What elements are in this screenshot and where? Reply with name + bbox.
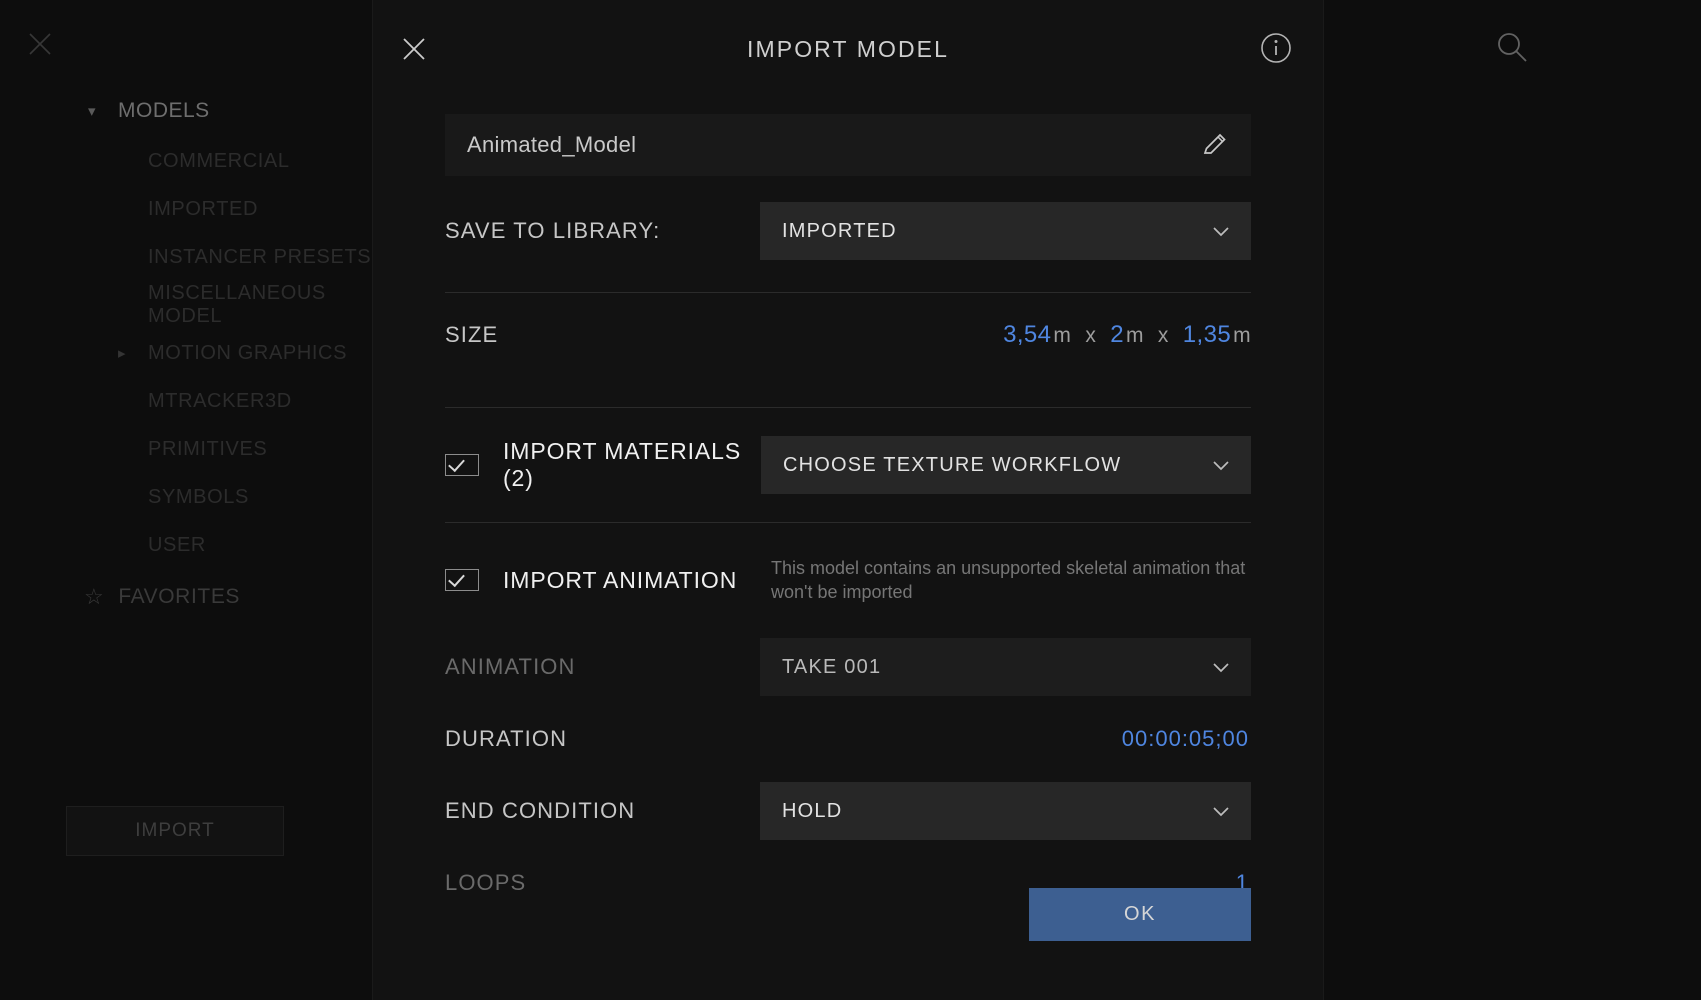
size-separator: x	[1157, 324, 1169, 347]
dialog-body: Animated_Model SAVE TO LIBRARY: IMPORTED	[373, 114, 1323, 919]
size-label: SIZE	[445, 322, 499, 347]
import-materials-label: IMPORT MATERIALS (2)	[503, 438, 742, 491]
sidebar-item-user[interactable]: USER	[0, 521, 375, 569]
sidebar-item-miscellaneous-model[interactable]: MISCELLANEOUS MODEL	[0, 281, 375, 329]
size-separator: x	[1085, 324, 1097, 347]
end-condition-label: END CONDITION	[445, 798, 636, 823]
duration-value[interactable]: 00:00:05;00	[760, 726, 1251, 752]
save-to-library-value: IMPORTED	[782, 219, 897, 242]
sidebar-item-favorites[interactable]: ☆ FAVORITES	[0, 569, 375, 625]
duration-row: DURATION 00:00:05;00	[445, 703, 1251, 775]
sidebar: ▾ MODELS COMMERCIAL IMPORTED INSTANCER P…	[0, 85, 375, 625]
model-name-input[interactable]: Animated_Model	[445, 114, 1251, 176]
chevron-down-icon	[1211, 801, 1231, 821]
sidebar-item-mtracker3d[interactable]: MTRACKER3D	[0, 377, 375, 425]
sidebar-item-commercial[interactable]: COMMERCIAL	[0, 137, 375, 185]
dialog-footer: OK	[373, 868, 1323, 1000]
sidebar-item-imported[interactable]: IMPORTED	[0, 185, 375, 233]
duration-label: DURATION	[445, 726, 568, 751]
texture-workflow-select[interactable]: CHOOSE TEXTURE WORKFLOW	[761, 436, 1251, 494]
sidebar-item-label: MISCELLANEOUS MODEL	[148, 282, 326, 327]
import-animation-checkbox[interactable]	[445, 569, 479, 591]
save-to-library-row: SAVE TO LIBRARY: IMPORTED	[445, 200, 1251, 262]
close-icon[interactable]	[26, 30, 54, 58]
chevron-down-icon: ▾	[88, 103, 97, 120]
sidebar-group-label: MODELS	[118, 99, 210, 122]
size-width-value: 3,54	[1003, 321, 1052, 348]
import-model-dialog: IMPORT MODEL Animated_Model SAVE TO LIBR…	[373, 0, 1323, 1000]
animation-row: ANIMATION TAKE 001	[445, 631, 1251, 703]
size-height-value: 2	[1110, 321, 1124, 348]
pencil-icon[interactable]	[1201, 131, 1229, 159]
sidebar-group-models[interactable]: ▾ MODELS	[0, 85, 375, 137]
import-animation-label: IMPORT ANIMATION	[503, 566, 738, 593]
chevron-right-icon: ▸	[118, 345, 127, 362]
app-root: ▾ MODELS COMMERCIAL IMPORTED INSTANCER P…	[0, 0, 1701, 1000]
star-icon: ☆	[84, 584, 105, 609]
size-values: 3,54m x 2m x 1,35m	[1003, 321, 1251, 349]
end-condition-row: END CONDITION HOLD	[445, 775, 1251, 847]
sidebar-item-label: COMMERCIAL	[148, 149, 290, 172]
chevron-down-icon	[1211, 455, 1231, 475]
sidebar-item-label: USER	[148, 533, 206, 556]
animation-value: TAKE 001	[782, 655, 882, 678]
animation-select[interactable]: TAKE 001	[760, 638, 1251, 696]
ok-button[interactable]: OK	[1029, 888, 1251, 941]
sidebar-item-primitives[interactable]: PRIMITIVES	[0, 425, 375, 473]
sidebar-item-instancer-presets[interactable]: INSTANCER PRESETS	[0, 233, 375, 281]
save-to-library-label: SAVE TO LIBRARY:	[445, 218, 661, 243]
sidebar-item-label: MOTION GRAPHICS	[148, 341, 348, 364]
size-depth-value: 1,35	[1182, 321, 1232, 348]
texture-workflow-value: CHOOSE TEXTURE WORKFLOW	[783, 453, 1122, 476]
dialog-header: IMPORT MODEL	[373, 0, 1323, 98]
info-icon[interactable]	[1259, 31, 1293, 65]
sidebar-item-label: SYMBOLS	[148, 485, 249, 508]
import-animation-row: IMPORT ANIMATION This model contains an …	[445, 541, 1251, 619]
end-condition-value: HOLD	[782, 799, 843, 822]
animation-warning-text: This model contains an unsupported skele…	[771, 557, 1246, 602]
size-unit: m	[1125, 324, 1144, 347]
save-to-library-select[interactable]: IMPORTED	[760, 202, 1251, 260]
chevron-down-icon	[1211, 657, 1231, 677]
sidebar-favorites-label: FAVORITES	[118, 585, 241, 608]
animation-label: ANIMATION	[445, 654, 576, 679]
size-unit: m	[1053, 324, 1072, 347]
size-unit: m	[1233, 324, 1251, 347]
import-materials-checkbox[interactable]	[445, 454, 479, 476]
size-row: SIZE 3,54m x 2m x 1,35m	[445, 293, 1251, 377]
sidebar-item-symbols[interactable]: SYMBOLS	[0, 473, 375, 521]
import-button[interactable]: IMPORT	[66, 806, 284, 856]
divider	[445, 522, 1251, 523]
sidebar-item-label: INSTANCER PRESETS	[148, 245, 372, 268]
sidebar-item-label: MTRACKER3D	[148, 389, 292, 412]
chevron-down-icon	[1211, 221, 1231, 241]
sidebar-item-motion-graphics[interactable]: ▸ MOTION GRAPHICS	[0, 329, 375, 377]
model-name-value: Animated_Model	[467, 132, 637, 157]
sidebar-item-label: PRIMITIVES	[148, 437, 268, 460]
divider	[445, 407, 1251, 408]
sidebar-item-label: IMPORTED	[148, 197, 258, 220]
end-condition-select[interactable]: HOLD	[760, 782, 1251, 840]
import-materials-row: IMPORT MATERIALS (2) CHOOSE TEXTURE WORK…	[445, 426, 1251, 504]
dialog-title: IMPORT MODEL	[747, 36, 949, 62]
